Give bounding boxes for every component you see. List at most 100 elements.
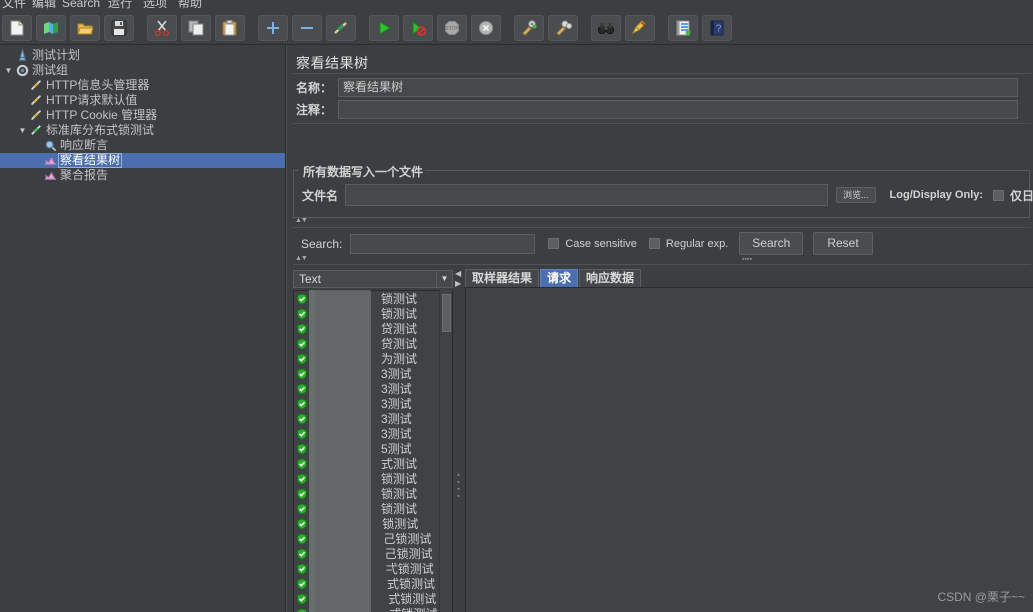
toolbar-function-helper-icon[interactable] — [668, 14, 698, 41]
toolbar-copy-icon[interactable] — [181, 14, 211, 41]
toolbar: STOP? — [0, 11, 1033, 45]
toolbar-toggle-icon[interactable] — [326, 14, 356, 41]
menu-item-2[interactable]: Search — [62, 0, 100, 10]
search-label: Search: — [301, 236, 343, 251]
search-splitter-grip[interactable]: ▪▪▪▪ — [742, 256, 752, 263]
tab-label: 请求 — [547, 271, 572, 285]
success-shield-icon — [294, 472, 310, 485]
result-list-scrollbar[interactable] — [439, 290, 452, 612]
comment-input[interactable] — [338, 100, 1019, 119]
regular-exp-label: Regular exp. — [665, 237, 729, 250]
menu-item-0[interactable]: 文件 — [2, 0, 26, 10]
tree-node-1[interactable]: ▼ 测试组 — [0, 63, 285, 78]
toolbar-start-no-pauses-icon[interactable] — [403, 14, 433, 41]
splitter-right-arrow-icon[interactable]: ▶ — [455, 279, 461, 288]
tree-node-2[interactable]: HTTP信息头管理器 — [0, 78, 285, 93]
renderer-select[interactable]: Text ▼ — [293, 270, 453, 288]
toolbar-clear-icon[interactable] — [514, 14, 544, 41]
toolbar-open-icon[interactable] — [70, 14, 100, 41]
search-input[interactable] — [350, 233, 536, 254]
toolbar-stop-icon[interactable]: STOP — [437, 14, 467, 41]
help-icon: ? — [708, 19, 726, 37]
tree-node-label: 测试计划 — [32, 48, 81, 62]
tab-0[interactable]: 取样器结果 — [465, 269, 540, 287]
toolbar-collapse-all-icon[interactable] — [292, 14, 322, 41]
tree-node-label: 标准库分布式锁测试 — [46, 123, 155, 137]
results-splitter-grip[interactable]: ▪▪▪▪ — [455, 472, 462, 500]
success-shield-icon — [294, 382, 310, 395]
results-splitter[interactable]: ◀ ▶ ▪▪▪▪ — [454, 267, 464, 612]
name-input[interactable]: 察看结果树 — [338, 78, 1019, 97]
scrollbar-thumb[interactable] — [442, 294, 451, 332]
header-manager-icon — [28, 79, 44, 92]
menu-item-3[interactable]: 运行 — [108, 0, 132, 10]
thread-group-icon — [16, 64, 29, 77]
test-plan-icon — [14, 48, 30, 62]
reset-button[interactable]: Reset — [813, 232, 873, 255]
toolbar-paste-icon[interactable] — [215, 14, 245, 41]
filegroup-divider — [293, 227, 1031, 228]
search-splitter-arrows[interactable]: ▲▼ — [295, 255, 308, 262]
search-divider — [293, 264, 1031, 265]
search-button[interactable]: Search — [739, 232, 804, 255]
toolbar-search-reset-icon[interactable] — [625, 14, 655, 41]
toolbar-help-icon[interactable]: ? — [702, 14, 732, 41]
toolbar-templates-icon[interactable] — [36, 14, 66, 41]
toolbar-expand-all-icon[interactable] — [258, 14, 288, 41]
svg-text:?: ? — [716, 23, 722, 34]
comment-divider — [293, 123, 1031, 124]
tree-node-7[interactable]: 察看结果树 — [0, 153, 285, 168]
tree-node-label: 聚合报告 — [60, 168, 109, 182]
success-shield-icon — [294, 487, 310, 500]
comment-label: 注释： — [296, 103, 333, 117]
test-plan-tree[interactable]: 测试计划 ▼ 测试组 HTTP信息头管理器 HTTP请求默认值 HTTP Cookie 管… — [0, 45, 286, 612]
case-sensitive-checkbox[interactable] — [548, 238, 560, 249]
chevron-down-icon[interactable]: ▼ — [17, 123, 28, 138]
filegroup-splitter-arrows[interactable]: ▲▼ — [295, 217, 308, 224]
tab-1[interactable]: 请求 — [540, 269, 579, 287]
browse-button[interactable]: 浏览... — [836, 187, 876, 203]
tree-node-5[interactable]: ▼ 标准库分布式锁测试 — [0, 123, 285, 138]
search-controls: Search: Case sensitive Regular exp. Sear… — [301, 232, 873, 255]
list-item-label: 式锁测试 — [388, 605, 437, 612]
tab-content-panel[interactable] — [465, 287, 1033, 612]
menu-bar: 文件 编辑 Search 运行 选项 帮助 — [0, 0, 1033, 11]
title-divider — [293, 73, 1031, 74]
group-border-left — [294, 170, 299, 171]
toolbar-start-icon[interactable] — [369, 14, 399, 41]
thread-group-icon — [14, 64, 30, 77]
tree-node-8[interactable]: 聚合报告 — [0, 168, 285, 183]
templates-icon — [42, 19, 60, 37]
toolbar-search-icon[interactable] — [591, 14, 621, 41]
toolbar-new-icon[interactable] — [2, 14, 32, 41]
chevron-down-icon[interactable]: ▼ — [3, 63, 14, 78]
tab-2[interactable]: 响应数据 — [579, 269, 642, 287]
tree-node-6[interactable]: 响应断言 — [0, 138, 285, 153]
chevron-down-icon[interactable]: ▼ — [436, 271, 452, 287]
filename-input[interactable] — [345, 184, 829, 206]
success-shield-icon — [294, 592, 310, 605]
success-shield-icon — [294, 427, 310, 440]
log-display-only-label: Log/Display Only: — [889, 189, 984, 201]
tree-node-3[interactable]: HTTP请求默认值 — [0, 93, 285, 108]
menu-item-5[interactable]: 帮助 — [178, 0, 202, 10]
clear-icon — [520, 19, 538, 37]
success-shield-icon — [294, 577, 310, 590]
success-shield-icon — [294, 532, 310, 545]
success-shield-icon — [294, 397, 310, 410]
tree-node-0[interactable]: 测试计划 — [0, 48, 285, 63]
errors-only-checkbox[interactable] — [993, 189, 1005, 201]
menu-item-4[interactable]: 选项 — [143, 0, 167, 10]
toolbar-clear-all-icon[interactable] — [548, 14, 578, 41]
toolbar-shutdown-icon[interactable] — [471, 14, 501, 41]
tree-node-4[interactable]: HTTP Cookie 管理器 — [0, 108, 285, 123]
splitter-left-arrow-icon[interactable]: ◀ — [455, 269, 461, 278]
tab-label: 取样器结果 — [472, 271, 533, 285]
assertion-icon — [44, 139, 57, 152]
toolbar-cut-icon[interactable] — [147, 14, 177, 41]
regular-exp-checkbox[interactable] — [648, 238, 660, 249]
toolbar-separator — [358, 15, 367, 41]
menu-item-1[interactable]: 编辑 — [32, 0, 56, 10]
search-reset-icon — [631, 19, 649, 37]
toolbar-save-icon[interactable] — [104, 14, 134, 41]
